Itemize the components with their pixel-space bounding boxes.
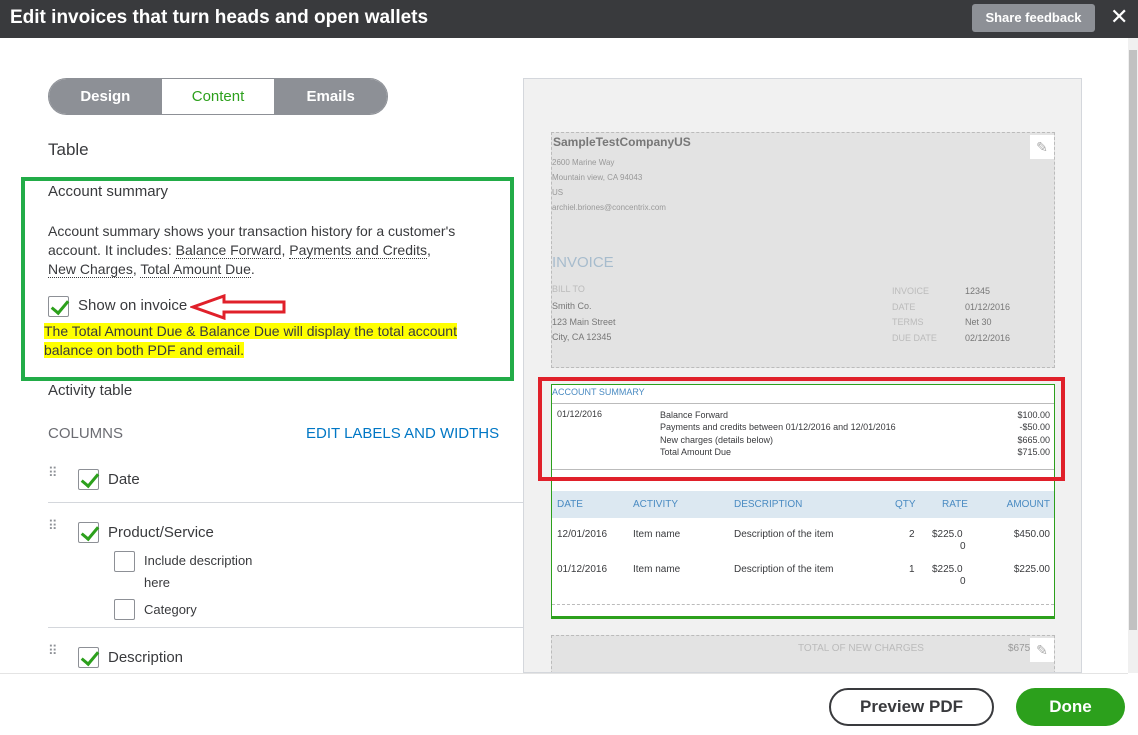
scrollbar[interactable]: [1128, 38, 1138, 673]
meta-value: 01/12/2016: [965, 301, 1011, 312]
product-service-checkbox[interactable]: [78, 522, 99, 543]
meta-value: Net 30: [965, 317, 992, 327]
company-address: 2600 Marine Way Mountain view, CA 94043 US…: [552, 155, 666, 215]
totals-label: TOTAL OF NEW CHARGES: [798, 643, 924, 654]
meta-label: DATE: [892, 301, 916, 312]
addr-line: US: [552, 188, 564, 197]
columns-label: COLUMNS: [48, 425, 124, 442]
cell-rate-wrap: 0: [960, 576, 966, 587]
cell-amount: $225.00: [1013, 564, 1050, 575]
tab-design[interactable]: Design: [49, 79, 162, 114]
red-annotation-box: [538, 377, 1065, 481]
include-description-checkbox[interactable]: [114, 551, 135, 572]
totals-block[interactable]: TOTAL OF NEW CHARGES $675 ✎: [551, 635, 1055, 672]
cell-qty: 1: [909, 564, 915, 575]
column-header: DESCRIPTION: [734, 499, 803, 510]
share-feedback-button[interactable]: Share feedback: [972, 4, 1095, 32]
cell-activity: Item name: [633, 529, 681, 540]
drag-handle-icon[interactable]: ⠿: [48, 519, 57, 532]
tab-content[interactable]: Content: [161, 79, 275, 114]
table-row: 01/12/2016 Item name Description of the …: [552, 564, 1054, 594]
footer-bar: Preview PDF Done: [0, 673, 1128, 735]
bill-line: 123 Main Street: [552, 316, 616, 327]
cell-rate: $225.0: [932, 529, 963, 540]
cell-amount: $450.00: [1013, 529, 1050, 540]
addr-line: archiel.briones@concentrix.com: [552, 203, 666, 212]
bill-line: City, CA 12345: [552, 332, 612, 342]
cell-activity: Item name: [633, 564, 681, 575]
cell-qty: 2: [909, 529, 915, 540]
pencil-icon[interactable]: ✎: [1030, 638, 1054, 662]
meta-label: INVOICE: [892, 286, 930, 296]
column-header: ACTIVITY: [633, 499, 679, 510]
scrollbar-thumb[interactable]: [1129, 50, 1137, 630]
cell-description: Description of the item: [734, 529, 834, 540]
edit-labels-link[interactable]: EDIT LABELS AND WIDTHS: [306, 424, 499, 443]
category-checkbox[interactable]: [114, 599, 135, 620]
invoice-preview: SampleTestCompanyUS 2600 Marine Way Mount…: [523, 78, 1082, 673]
drag-handle-icon[interactable]: ⠿: [48, 644, 57, 657]
divider: [552, 604, 1054, 605]
addr-line: 2600 Marine Way: [552, 158, 615, 167]
company-name: SampleTestCompanyUS: [553, 135, 691, 149]
green-annotation-box: [21, 177, 514, 381]
cell-rate: $225.0: [932, 564, 963, 575]
preview-pdf-button[interactable]: Preview PDF: [829, 688, 994, 726]
meta-label: DUE DATE: [892, 332, 937, 343]
totals-value: $675: [1008, 643, 1031, 654]
invoice-header-block[interactable]: SampleTestCompanyUS 2600 Marine Way Mount…: [551, 132, 1055, 368]
table-row: 12/01/2016 Item name Description of the …: [552, 529, 1054, 559]
close-icon[interactable]: ✕: [1110, 4, 1128, 30]
include-description-label: Include description here: [144, 550, 252, 594]
tab-group: Design Content Emails: [48, 78, 388, 115]
invoice-meta-values: 12345 01/12/2016 Net 30 02/12/2016: [965, 284, 1010, 346]
activity-table-title: Activity table: [48, 382, 133, 399]
invoice-meta-labels: INVOICE DATE TERMS DUE DATE: [892, 284, 937, 346]
label-line: Include description: [144, 553, 253, 568]
description-label: Description: [108, 649, 184, 666]
tab-emails[interactable]: Emails: [274, 79, 387, 114]
cell-description: Description of the item: [734, 564, 834, 575]
meta-value: 12345: [965, 286, 991, 296]
cell-date: 01/12/2016: [557, 564, 608, 575]
product-service-label: Product/Service: [108, 524, 214, 541]
column-header: AMOUNT: [1006, 499, 1050, 510]
done-button[interactable]: Done: [1016, 688, 1125, 726]
label-line: here: [144, 575, 171, 590]
table-header-row: DATE ACTIVITY DESCRIPTION QTY RATE AMOUN…: [552, 491, 1054, 518]
cell-rate-wrap: 0: [960, 541, 966, 552]
pencil-icon[interactable]: ✎: [1030, 135, 1054, 159]
date-checkbox[interactable]: [78, 469, 99, 490]
column-header: QTY: [895, 499, 916, 510]
description-checkbox[interactable]: [78, 647, 99, 668]
divider: [48, 627, 523, 628]
date-label: Date: [108, 471, 140, 488]
drag-handle-icon[interactable]: ⠿: [48, 466, 57, 479]
bill-to-address: Smith Co. 123 Main Street City, CA 12345: [552, 299, 616, 346]
meta-value: 02/12/2016: [965, 332, 1011, 343]
bill-to-label: BILL TO: [552, 284, 585, 294]
column-header: RATE: [942, 499, 968, 510]
addr-line: Mountain view, CA 94043: [552, 173, 643, 182]
divider: [48, 502, 523, 503]
cell-date: 12/01/2016: [557, 529, 608, 540]
header-bar: Edit invoices that turn heads and open w…: [0, 0, 1138, 38]
invoice-title: INVOICE: [552, 254, 614, 271]
section-title: Table: [48, 140, 89, 159]
column-header: DATE: [557, 499, 583, 510]
category-label: Category: [144, 602, 197, 617]
page-title: Edit invoices that turn heads and open w…: [10, 7, 429, 28]
bill-line: Smith Co.: [552, 301, 592, 311]
meta-label: TERMS: [892, 317, 924, 327]
